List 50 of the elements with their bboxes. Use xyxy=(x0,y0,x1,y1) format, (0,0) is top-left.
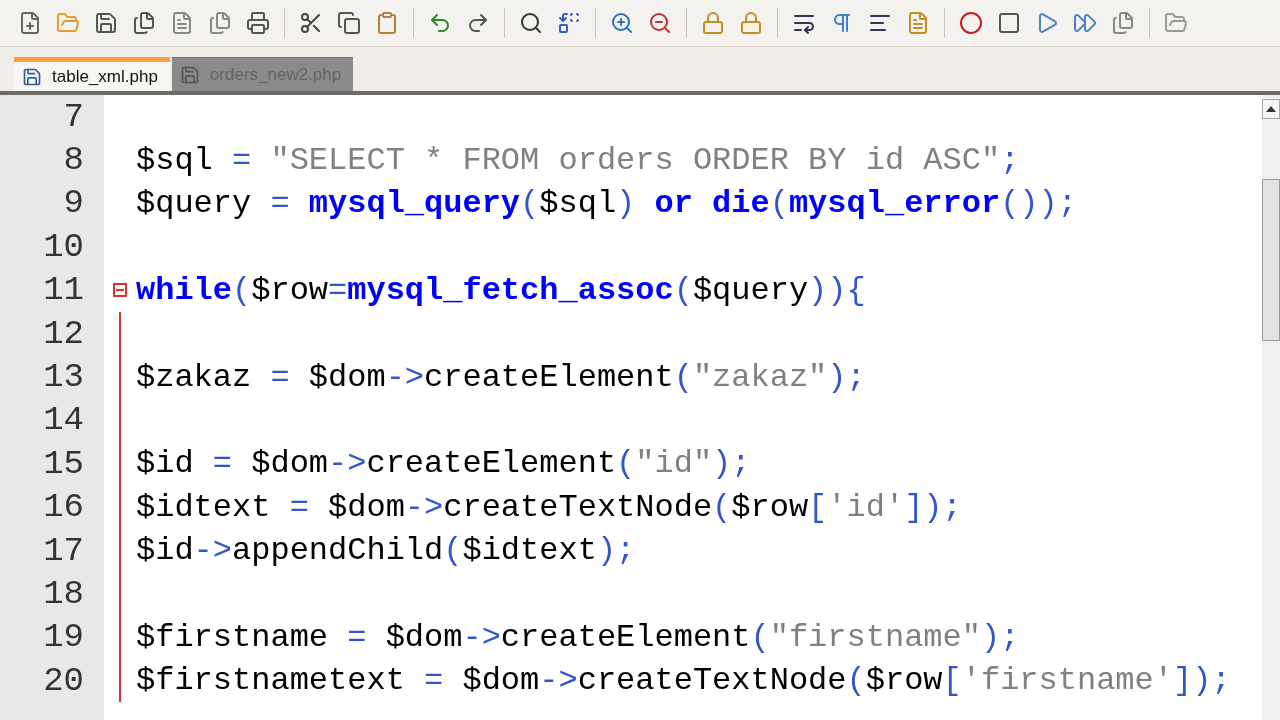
replace-icon xyxy=(557,11,581,35)
code-line: $sql = "SELECT * FROM orders ORDER BY id ASC"; xyxy=(136,140,1021,181)
file-tab[interactable]: table_xml.php xyxy=(14,57,170,91)
scrollbar-thumb[interactable] xyxy=(1262,179,1280,341)
lock-icon xyxy=(701,11,725,35)
line-number: 20 xyxy=(42,661,84,700)
code-line: while($row=mysql_fetch_assoc($query)){ xyxy=(136,270,867,311)
record-icon xyxy=(959,11,983,35)
line-number: 15 xyxy=(42,444,84,483)
code-line: $id->appendChild($idtext); xyxy=(136,531,637,572)
line-number: 13 xyxy=(42,358,84,397)
line-number: 8 xyxy=(62,141,84,180)
line-number: 10 xyxy=(42,227,84,266)
new-file-icon xyxy=(18,11,42,35)
line-number: 16 xyxy=(42,488,84,527)
line-number: 14 xyxy=(42,401,84,440)
undo-icon xyxy=(428,11,452,35)
line-number: 7 xyxy=(62,97,84,136)
code-line: $firstname = $dom->createElement("firstname"); xyxy=(136,617,1021,658)
line-number: 12 xyxy=(42,314,84,353)
lock-icon xyxy=(739,11,763,35)
save-icon xyxy=(94,11,118,35)
folder-icon xyxy=(56,11,80,35)
printer-icon xyxy=(246,11,270,35)
fold-toggle[interactable] xyxy=(113,283,127,298)
scissors-icon xyxy=(299,11,323,35)
line-number: 18 xyxy=(42,575,84,613)
paste-icon xyxy=(375,11,399,35)
redo-icon xyxy=(466,11,490,35)
zoom-out-icon xyxy=(648,11,672,35)
line-number: 17 xyxy=(42,531,84,570)
code-line: $zakaz = $dom->createElement("zakaz"); xyxy=(136,357,867,398)
file-icon xyxy=(22,66,42,87)
document-icon xyxy=(906,11,930,35)
code-line: $query = mysql_query($sql) or die(mysql_error()); xyxy=(136,183,1078,224)
fast-forward-icon xyxy=(1073,11,1097,35)
code-line: $idtext = $dom->createTextNode($row['id']); xyxy=(136,487,963,528)
zoom-in-icon xyxy=(610,11,634,35)
line-number: 19 xyxy=(42,618,84,657)
caret-icon xyxy=(1266,106,1276,112)
folder-icon xyxy=(1164,11,1188,35)
line-number: 9 xyxy=(62,184,84,223)
stop-icon xyxy=(997,11,1021,35)
scroll-up-button[interactable] xyxy=(1262,99,1280,119)
file-icon xyxy=(179,64,200,85)
copy-icon xyxy=(337,11,361,35)
line-number: 11 xyxy=(42,271,84,310)
code-line: $firstnametext = $dom->createTextNode($row['firstname']); xyxy=(136,661,1232,702)
code-line: $id = $dom->createElement("id"); xyxy=(136,444,752,485)
search-icon xyxy=(519,11,543,35)
